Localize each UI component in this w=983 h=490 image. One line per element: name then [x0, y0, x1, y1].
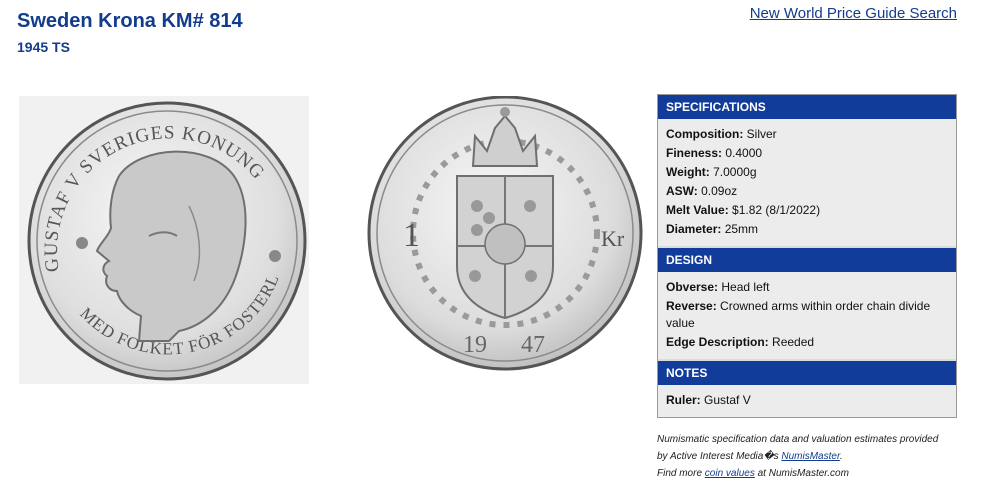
reverse-value-text: 1 — [403, 217, 420, 254]
spec-row-fineness: Fineness: 0.4000 — [666, 146, 763, 160]
page-title: Sweden Krona KM# 814 — [17, 10, 243, 32]
reverse-unit-text: Kr — [601, 226, 625, 251]
price-guide-search-link[interactable]: New World Price Guide Search — [750, 5, 957, 22]
spec-row-diameter: Diameter: 25mm — [666, 222, 759, 236]
spec-row-composition: Composition: Silver — [666, 127, 777, 141]
footnote-line-2: by Active Interest Media�s NumisMaster. — [657, 451, 843, 462]
design-heading: DESIGN — [658, 246, 956, 272]
design-row-reverse: Reverse: Crowned arms within order chain… — [666, 299, 931, 330]
spec-row-weight: Weight: 7.0000g — [666, 165, 757, 179]
design-row-edge: Edge Description: Reeded — [666, 335, 815, 349]
coin-reverse-image: 1 Kr 19 47 — [365, 96, 645, 371]
notes-row-ruler: Ruler: Gustaf V — [666, 393, 751, 407]
numismaster-link[interactable]: NumisMaster — [781, 451, 840, 462]
notes-heading: NOTES — [658, 359, 956, 385]
coin-year-subtitle: 1945 TS — [17, 39, 70, 55]
reverse-year-left: 19 — [463, 332, 487, 358]
specifications-panel: SPECIFICATIONS Composition: Silver Finen… — [657, 94, 957, 418]
footnote-line-3: Find more coin values at NumisMaster.com — [657, 468, 849, 479]
reverse-year-right: 47 — [521, 332, 545, 358]
specifications-body: Composition: Silver Fineness: 0.4000 Wei… — [658, 119, 956, 246]
coin-values-link[interactable]: coin values — [705, 468, 755, 479]
spec-row-asw: ASW: 0.09oz — [666, 184, 738, 198]
design-row-obverse: Obverse: Head left — [666, 280, 770, 294]
spec-row-melt-value: Melt Value: $1.82 (8/1/2022) — [666, 203, 821, 217]
footnote-line-1: Numismatic specification data and valuat… — [657, 434, 939, 445]
notes-body: Ruler: Gustaf V — [658, 385, 956, 417]
data-attribution-footnote: Numismatic specification data and valuat… — [657, 431, 967, 482]
coin-obverse-image: GUSTAF V SVERIGES KONUNG MED FOLKET FÖR … — [19, 96, 309, 384]
specifications-heading: SPECIFICATIONS — [658, 95, 956, 119]
design-body: Obverse: Head left Reverse: Crowned arms… — [658, 272, 956, 359]
